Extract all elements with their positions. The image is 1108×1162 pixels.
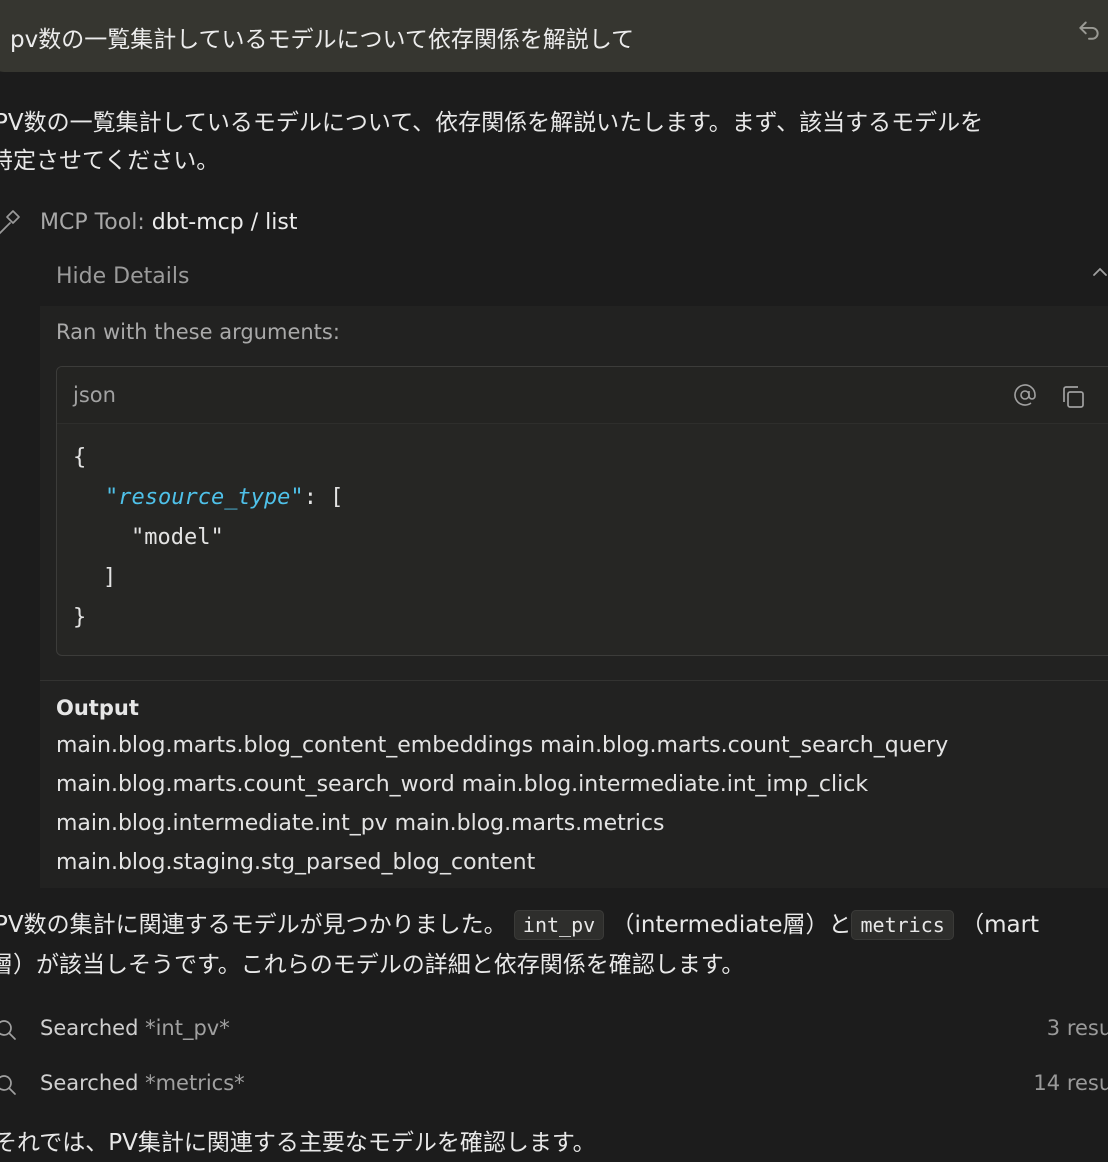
inline-code-int-pv: int_pv <box>513 910 605 940</box>
code-block: json { "resource_type": [ "model" ] } <box>56 366 1108 656</box>
code-line: } <box>73 605 87 630</box>
assistant-intro-line1: PV数の一覧集計しているモデルについて、依存関係を解説いたします。まず、該当する… <box>0 110 984 136</box>
mention-icon[interactable] <box>1013 383 1037 407</box>
chevron-up-icon[interactable] <box>1090 262 1108 282</box>
search-item-int-pv[interactable]: Searched *int_pv* <box>40 1016 230 1040</box>
tool-call-name: dbt-mcp / list <box>151 210 298 235</box>
text: （intermediate層）と <box>611 912 852 938</box>
json-punct: : [ <box>303 485 344 510</box>
text: PV数の集計に関連するモデルが見つかりました。 <box>0 912 507 938</box>
hide-details-toggle[interactable]: Hide Details <box>56 264 189 289</box>
search-query: *metrics* <box>145 1071 245 1095</box>
output-line: main.blog.intermediate.int_pv main.blog.… <box>56 811 665 836</box>
json-key: "resource_type" <box>105 485 304 510</box>
search-icon <box>0 1075 16 1095</box>
code-line: "model" <box>131 525 224 550</box>
copy-icon[interactable] <box>1059 383 1087 411</box>
search-item-metrics[interactable]: Searched *metrics* <box>40 1071 245 1095</box>
output-line: main.blog.marts.count_search_word main.b… <box>56 772 869 797</box>
output-title: Output <box>56 696 139 720</box>
undo-icon[interactable] <box>1076 16 1102 42</box>
search-result-count: 14 resul <box>1033 1071 1108 1095</box>
code-language-label: json <box>73 383 116 407</box>
user-message-text: pv数の一覧集計しているモデルについて依存関係を解説して <box>10 27 635 53</box>
assistant-found-line1: PV数の集計に関連するモデルが見つかりました。 int_pv （intermed… <box>0 906 1039 944</box>
code-line: { <box>73 445 87 470</box>
divider <box>40 680 1108 681</box>
ran-with-arguments-label: Ran with these arguments: <box>56 320 340 344</box>
search-result-count: 3 resul <box>1046 1016 1108 1040</box>
tool-call-label: MCP Tool: <box>40 210 145 235</box>
assistant-found-line2: 層）が該当しそうです。これらのモデルの詳細と依存関係を確認します。 <box>0 952 745 978</box>
inline-code-metrics: metrics <box>851 910 954 940</box>
text: （mart <box>961 912 1040 938</box>
output-line: main.blog.staging.stg_parsed_blog_conten… <box>56 850 536 875</box>
code-block-header <box>57 367 1108 424</box>
search-label: Searched <box>40 1016 139 1040</box>
output-line: main.blog.marts.blog_content_embeddings … <box>56 733 949 758</box>
trailing-text: それでは、PV集計に関連する主要なモデルを確認します。 <box>0 1130 596 1156</box>
hammer-icon <box>0 210 20 235</box>
search-query: *int_pv* <box>145 1016 230 1040</box>
assistant-intro-line2: 特定させてください。 <box>0 148 220 174</box>
code-line: ] <box>103 565 117 590</box>
search-icon <box>0 1020 16 1040</box>
search-label: Searched <box>40 1071 139 1095</box>
code-line: "resource_type": [ <box>105 485 343 510</box>
tool-call-header[interactable]: MCP Tool: dbt-mcp / list <box>40 210 297 235</box>
